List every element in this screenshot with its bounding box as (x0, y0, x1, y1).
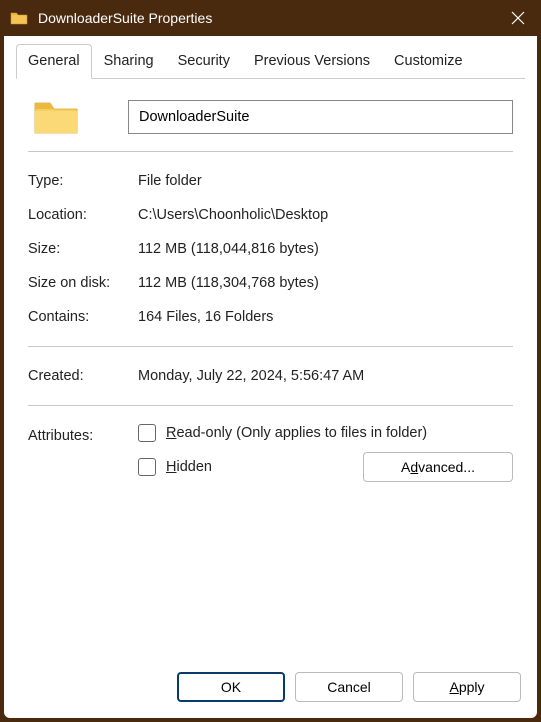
advanced-button[interactable]: Advanced... (363, 452, 513, 482)
cancel-button[interactable]: Cancel (295, 672, 403, 702)
divider (28, 405, 513, 406)
attributes-label: Attributes: (28, 424, 138, 482)
divider (28, 151, 513, 152)
created-label: Created: (28, 368, 138, 384)
contains-label: Contains: (28, 309, 138, 325)
close-icon (511, 11, 525, 25)
size-label: Size: (28, 241, 138, 257)
hidden-checkbox[interactable] (138, 458, 156, 476)
tab-security[interactable]: Security (166, 44, 242, 79)
type-value: File folder (138, 173, 513, 189)
tab-customize[interactable]: Customize (382, 44, 475, 79)
size-on-disk-label: Size on disk: (28, 275, 138, 291)
tab-general[interactable]: General (16, 44, 92, 79)
created-value: Monday, July 22, 2024, 5:56:47 AM (138, 368, 513, 384)
location-label: Location: (28, 207, 138, 223)
size-value: 112 MB (118,044,816 bytes) (138, 241, 513, 257)
dialog-content: General Sharing Security Previous Versio… (4, 36, 537, 718)
close-button[interactable] (495, 0, 541, 36)
titlebar: DownloaderSuite Properties (0, 0, 541, 36)
tab-sharing[interactable]: Sharing (92, 44, 166, 79)
tab-previous-versions[interactable]: Previous Versions (242, 44, 382, 79)
divider (28, 346, 513, 347)
size-on-disk-value: 112 MB (118,304,768 bytes) (138, 275, 513, 291)
folder-name-input[interactable] (128, 100, 513, 134)
contains-value: 164 Files, 16 Folders (138, 309, 513, 325)
folder-icon (10, 11, 28, 25)
folder-large-icon (32, 97, 80, 137)
ok-button[interactable]: OK (177, 672, 285, 702)
general-panel: Type: File folder Location: C:\Users\Cho… (4, 79, 537, 658)
dialog-buttons: OK Cancel Apply (4, 658, 537, 718)
readonly-checkbox[interactable] (138, 424, 156, 442)
tab-bar: General Sharing Security Previous Versio… (4, 36, 537, 79)
location-value: C:\Users\Choonholic\Desktop (138, 207, 513, 223)
window-title: DownloaderSuite Properties (38, 10, 495, 26)
type-label: Type: (28, 173, 138, 189)
apply-button[interactable]: Apply (413, 672, 521, 702)
hidden-label[interactable]: Hidden (166, 459, 212, 475)
readonly-label[interactable]: Read-only (Only applies to files in fold… (166, 425, 427, 441)
